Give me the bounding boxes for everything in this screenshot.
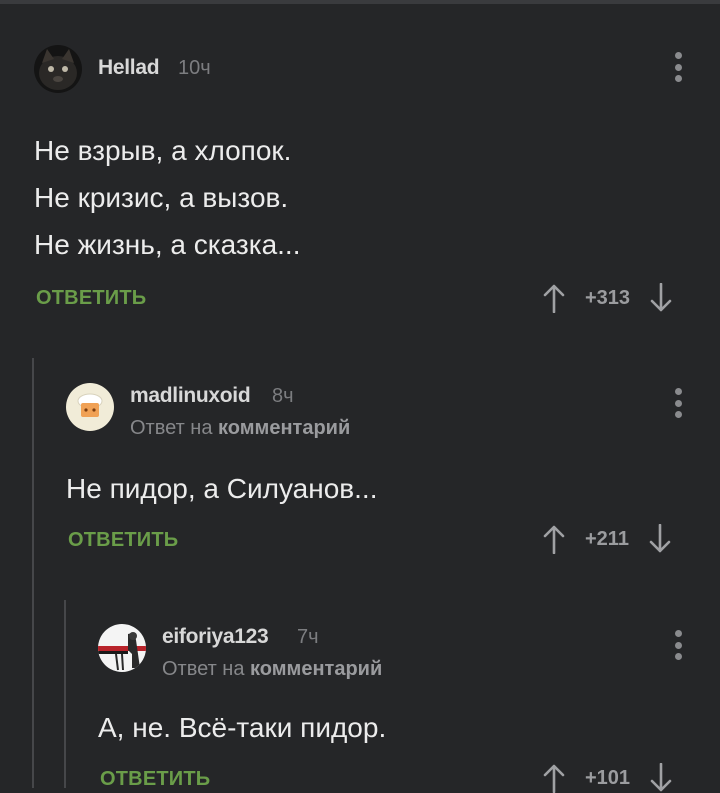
upvote-arrow-icon[interactable] <box>543 763 565 793</box>
comment-score: +313 <box>585 286 631 309</box>
author-name[interactable]: Hellad <box>98 56 160 80</box>
comment-body: Не взрыв, а хлопок. Не кризис, а вызов. … <box>34 135 301 260</box>
comment-score: +101 <box>585 766 631 789</box>
upvote-arrow-icon[interactable] <box>543 524 565 554</box>
author-name[interactable]: madlinuxoid <box>130 384 251 408</box>
vote-controls: +211 <box>543 524 671 554</box>
comment-body: Не пидор, а Силуанов... <box>66 473 378 504</box>
avatar[interactable] <box>34 45 82 93</box>
reply-to-label: Ответ на комментарий <box>162 658 383 680</box>
reply-button[interactable]: ОТВЕТИТЬ <box>68 529 178 552</box>
downvote-arrow-icon[interactable] <box>649 524 671 554</box>
comment-time: 7ч <box>297 626 319 648</box>
comment-time: 10ч <box>178 57 211 79</box>
reply-button[interactable]: ОТВЕТИТЬ <box>36 287 146 310</box>
more-options-icon[interactable] <box>673 630 683 660</box>
comment-time: 8ч <box>272 385 294 407</box>
reply-target-link[interactable]: комментарий <box>218 417 350 439</box>
reply-target-link[interactable]: комментарий <box>250 658 382 680</box>
avatar[interactable] <box>98 624 146 672</box>
downvote-arrow-icon[interactable] <box>650 283 672 313</box>
more-options-icon[interactable] <box>673 52 683 82</box>
upvote-arrow-icon[interactable] <box>543 283 565 313</box>
vote-controls: +313 <box>543 283 672 313</box>
vote-controls: +101 <box>543 763 672 793</box>
comment-score: +211 <box>585 527 629 550</box>
thread-line-level-2[interactable] <box>64 600 66 788</box>
comment-body: А, не. Всё-таки пидор. <box>98 712 387 743</box>
top-divider <box>0 0 720 4</box>
more-options-icon[interactable] <box>673 388 683 418</box>
thread-line-level-1[interactable] <box>32 358 34 788</box>
author-name[interactable]: eiforiya123 <box>162 625 269 649</box>
avatar[interactable] <box>66 383 114 431</box>
downvote-arrow-icon[interactable] <box>650 763 672 793</box>
reply-to-label: Ответ на комментарий <box>130 417 351 439</box>
